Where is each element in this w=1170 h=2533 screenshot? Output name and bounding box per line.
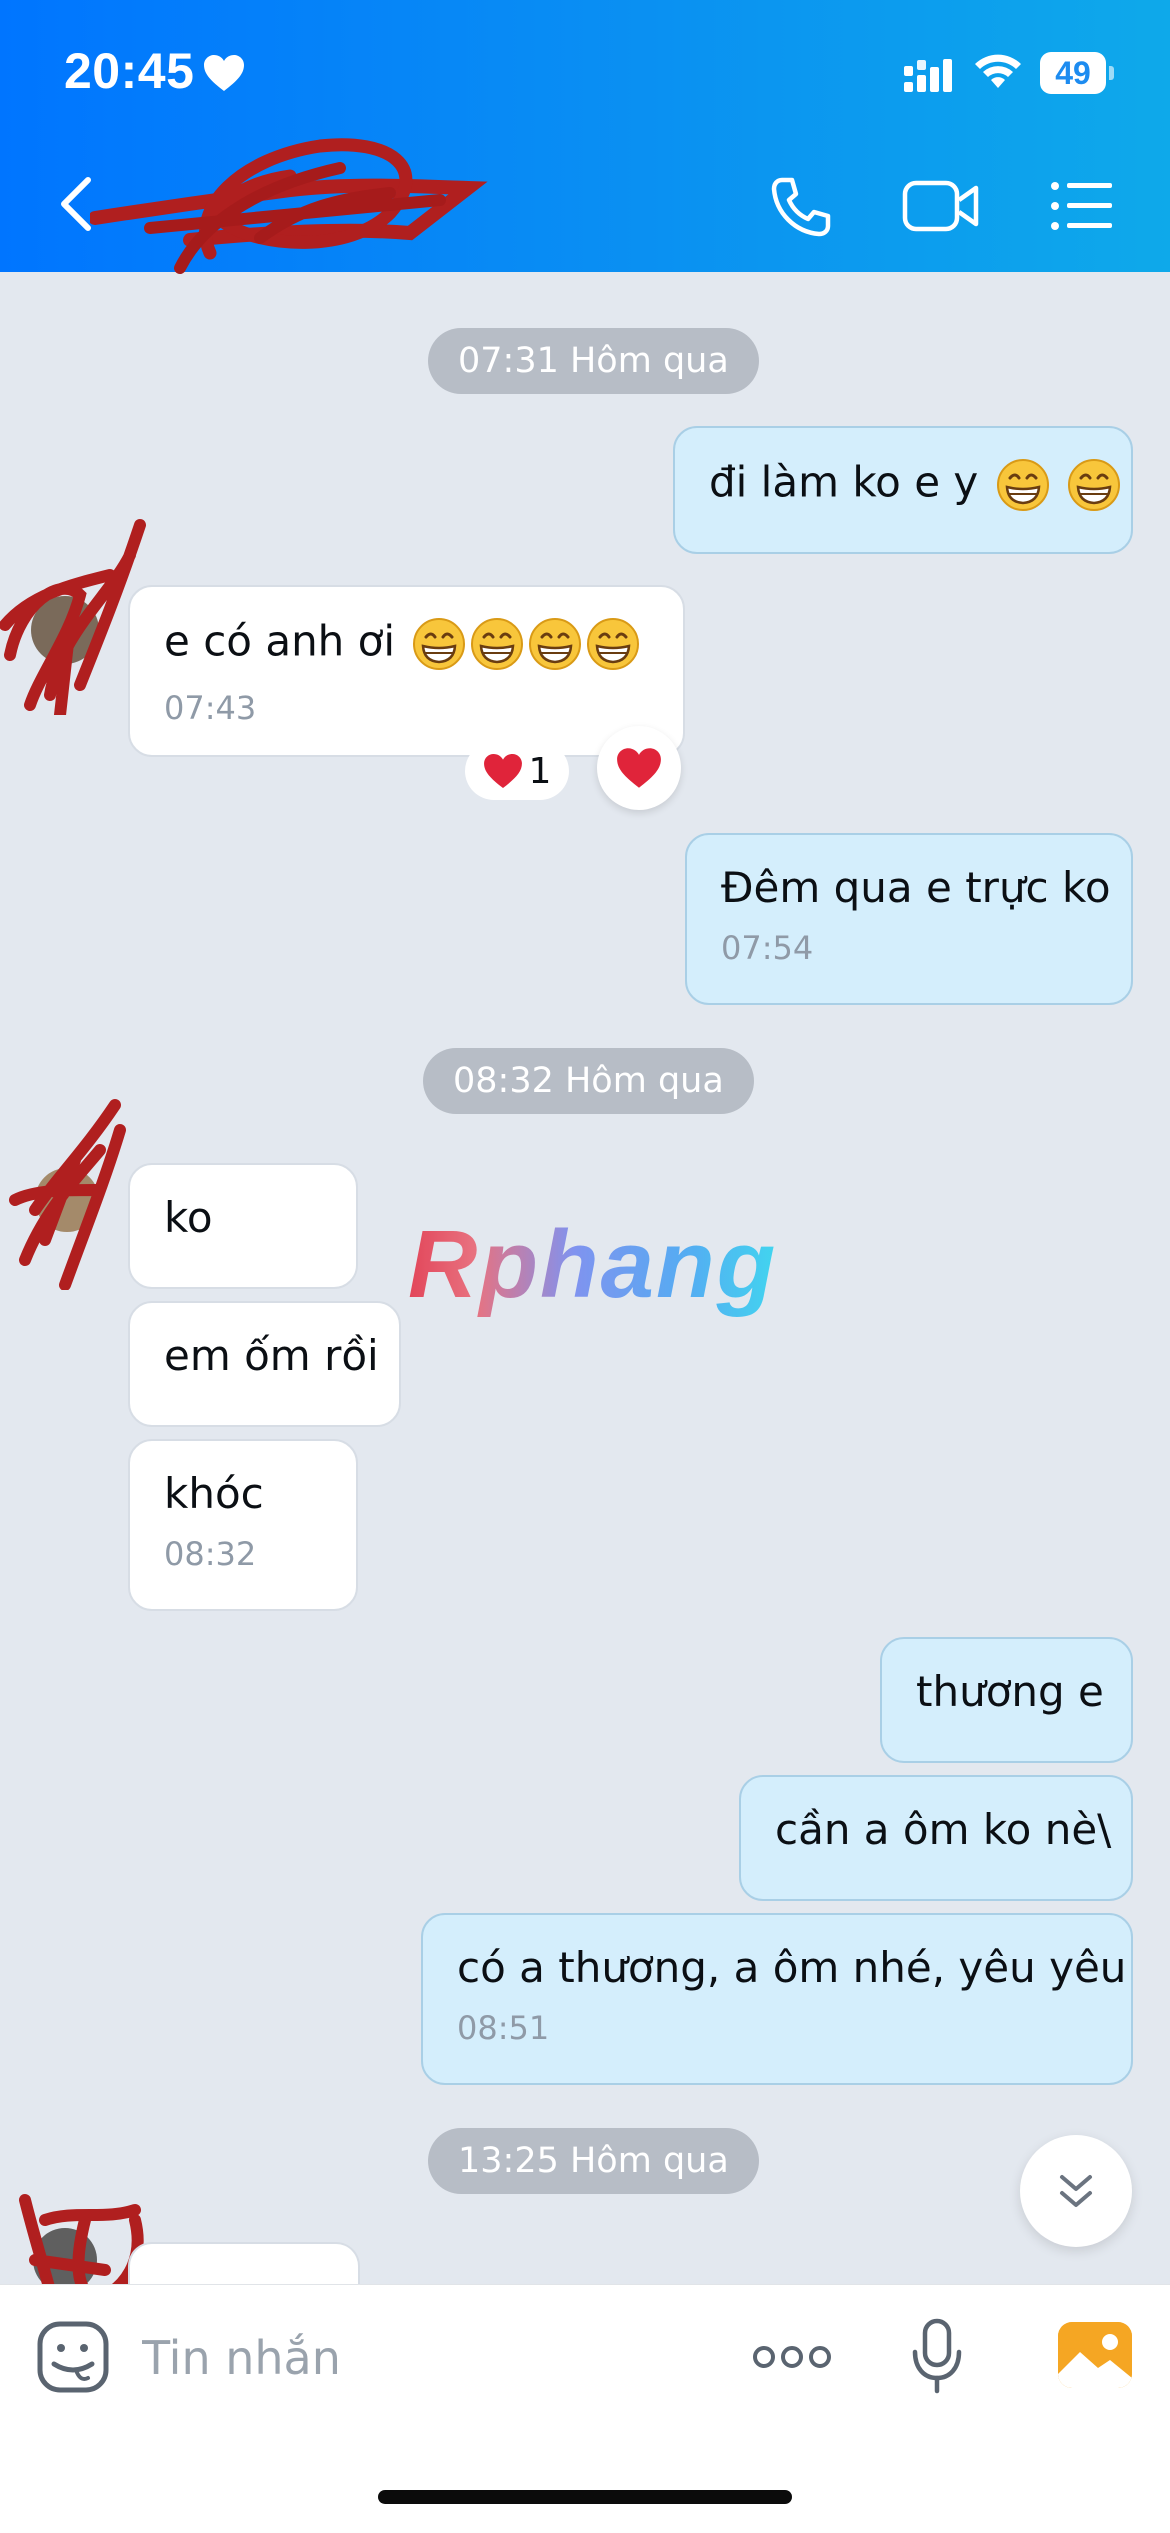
video-call-icon[interactable] bbox=[902, 178, 980, 234]
heart-icon bbox=[617, 748, 661, 788]
message-text: khóc bbox=[164, 1469, 264, 1518]
image-icon bbox=[1058, 2322, 1132, 2388]
message-text: có a thương, a ôm nhé, yêu yêu bbox=[457, 1943, 1127, 1992]
message-time: 07:54 bbox=[721, 929, 814, 968]
message-text: ko bbox=[164, 1193, 213, 1242]
signal-icon bbox=[904, 59, 952, 92]
grinning-emoji-icon bbox=[1068, 459, 1120, 511]
menu-list-icon[interactable] bbox=[1050, 180, 1114, 232]
grinning-emoji-icon bbox=[587, 618, 640, 670]
grinning-emoji-icon bbox=[996, 459, 1049, 511]
back-button[interactable] bbox=[58, 176, 94, 232]
incoming-message[interactable]: khóc 08:32 bbox=[128, 1439, 358, 1611]
scroll-to-bottom-button[interactable] bbox=[1020, 2135, 1132, 2247]
incoming-message-partial[interactable] bbox=[128, 2242, 360, 2284]
incoming-message[interactable]: em ốm rồi bbox=[128, 1301, 401, 1427]
message-text: em ốm rồi bbox=[164, 1331, 379, 1380]
avatar-redacted bbox=[9, 1099, 126, 1290]
date-separator: 07:31 Hôm qua bbox=[428, 328, 759, 394]
incoming-message[interactable]: e có anh ơi 07:43 bbox=[128, 585, 685, 757]
react-button[interactable] bbox=[597, 726, 681, 810]
date-separator: 08:32 Hôm qua bbox=[423, 1048, 754, 1114]
heart-icon bbox=[204, 55, 244, 91]
message-input[interactable] bbox=[140, 2324, 704, 2392]
status-time: 20:45 bbox=[64, 43, 195, 99]
grinning-emoji-icon bbox=[471, 618, 524, 670]
wifi-icon bbox=[975, 54, 1021, 88]
grinning-emoji-icon bbox=[413, 618, 466, 670]
outgoing-message[interactable]: đi làm ko e y bbox=[673, 426, 1133, 554]
double-chevron-down-icon bbox=[1060, 2175, 1092, 2207]
outgoing-message[interactable]: có a thương, a ôm nhé, yêu yêu 08:51 bbox=[421, 1913, 1133, 2085]
watermark: Rphang bbox=[408, 1211, 778, 1318]
message-text: đi làm ko e y bbox=[709, 457, 979, 507]
incoming-message[interactable]: ko bbox=[128, 1163, 358, 1289]
message-text: thương e bbox=[916, 1667, 1104, 1716]
battery-indicator: 49 bbox=[1040, 52, 1106, 94]
outgoing-message[interactable]: Đêm qua e trực ko 07:54 bbox=[685, 833, 1133, 1005]
sticker-emoji-icon[interactable] bbox=[36, 2320, 110, 2394]
message-time: 08:32 bbox=[164, 1535, 257, 1574]
contact-name-redacted bbox=[90, 138, 488, 274]
phone-call-icon[interactable] bbox=[770, 176, 832, 238]
outgoing-message[interactable]: cần a ôm ko nè\ bbox=[739, 1775, 1133, 1901]
heart-reaction-icon bbox=[483, 753, 522, 789]
message-text: e có anh ơi bbox=[164, 616, 396, 666]
reaction-count: 1 bbox=[528, 750, 552, 792]
microphone-icon[interactable] bbox=[910, 2318, 964, 2394]
reaction-summary[interactable]: 1 bbox=[465, 742, 569, 800]
chat-header: 20:45 49 bbox=[0, 0, 1170, 274]
more-options-icon[interactable] bbox=[752, 2342, 832, 2372]
message-text: Đêm qua e trực ko bbox=[721, 863, 1111, 912]
outgoing-message[interactable]: thương e bbox=[880, 1637, 1133, 1763]
grinning-emoji-icon bbox=[529, 618, 582, 670]
home-indicator bbox=[378, 2490, 792, 2504]
battery-tip bbox=[1109, 66, 1114, 80]
photo-gallery-button[interactable] bbox=[1058, 2322, 1132, 2388]
date-separator: 13:25 Hôm qua bbox=[428, 2128, 759, 2194]
message-time: 08:51 bbox=[457, 2009, 550, 2048]
message-time: 07:43 bbox=[164, 689, 257, 727]
message-text: cần a ôm ko nè\ bbox=[775, 1805, 1112, 1854]
